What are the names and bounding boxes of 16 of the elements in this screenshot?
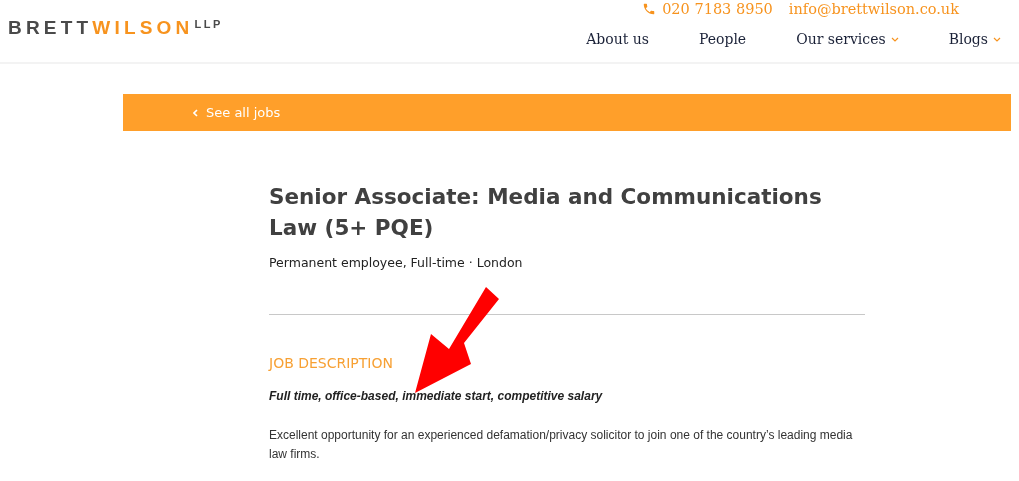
chevron-left-icon bbox=[193, 108, 198, 117]
caret-icon bbox=[993, 36, 1001, 42]
job-meta: Permanent employee, Full-time · London bbox=[269, 255, 524, 270]
phone-icon bbox=[642, 2, 657, 16]
job-title: Senior Associate: Media and Communications Law (5+ PQE) bbox=[269, 183, 823, 242]
section-heading: JOB DESCRIPTION bbox=[269, 355, 394, 371]
logo-text: BRETT bbox=[8, 17, 93, 39]
caret-icon bbox=[890, 36, 899, 42]
nav-link[interactable]: People bbox=[698, 31, 747, 47]
nav-link[interactable]: Blogs bbox=[948, 31, 1001, 47]
logo-text-accent: WILSON bbox=[92, 17, 194, 39]
nav-link[interactable]: About us bbox=[586, 31, 649, 47]
job-description: Excellent opportunity for an experienced defamation/privacy solicitor to join one of the country’s leading media law firms. bbox=[269, 427, 854, 463]
logo-suffix: LLP bbox=[194, 18, 223, 30]
nav-link[interactable]: Our services bbox=[796, 31, 899, 47]
job-summary: Full time, office-based, immediate start, competitive salary bbox=[269, 389, 604, 403]
